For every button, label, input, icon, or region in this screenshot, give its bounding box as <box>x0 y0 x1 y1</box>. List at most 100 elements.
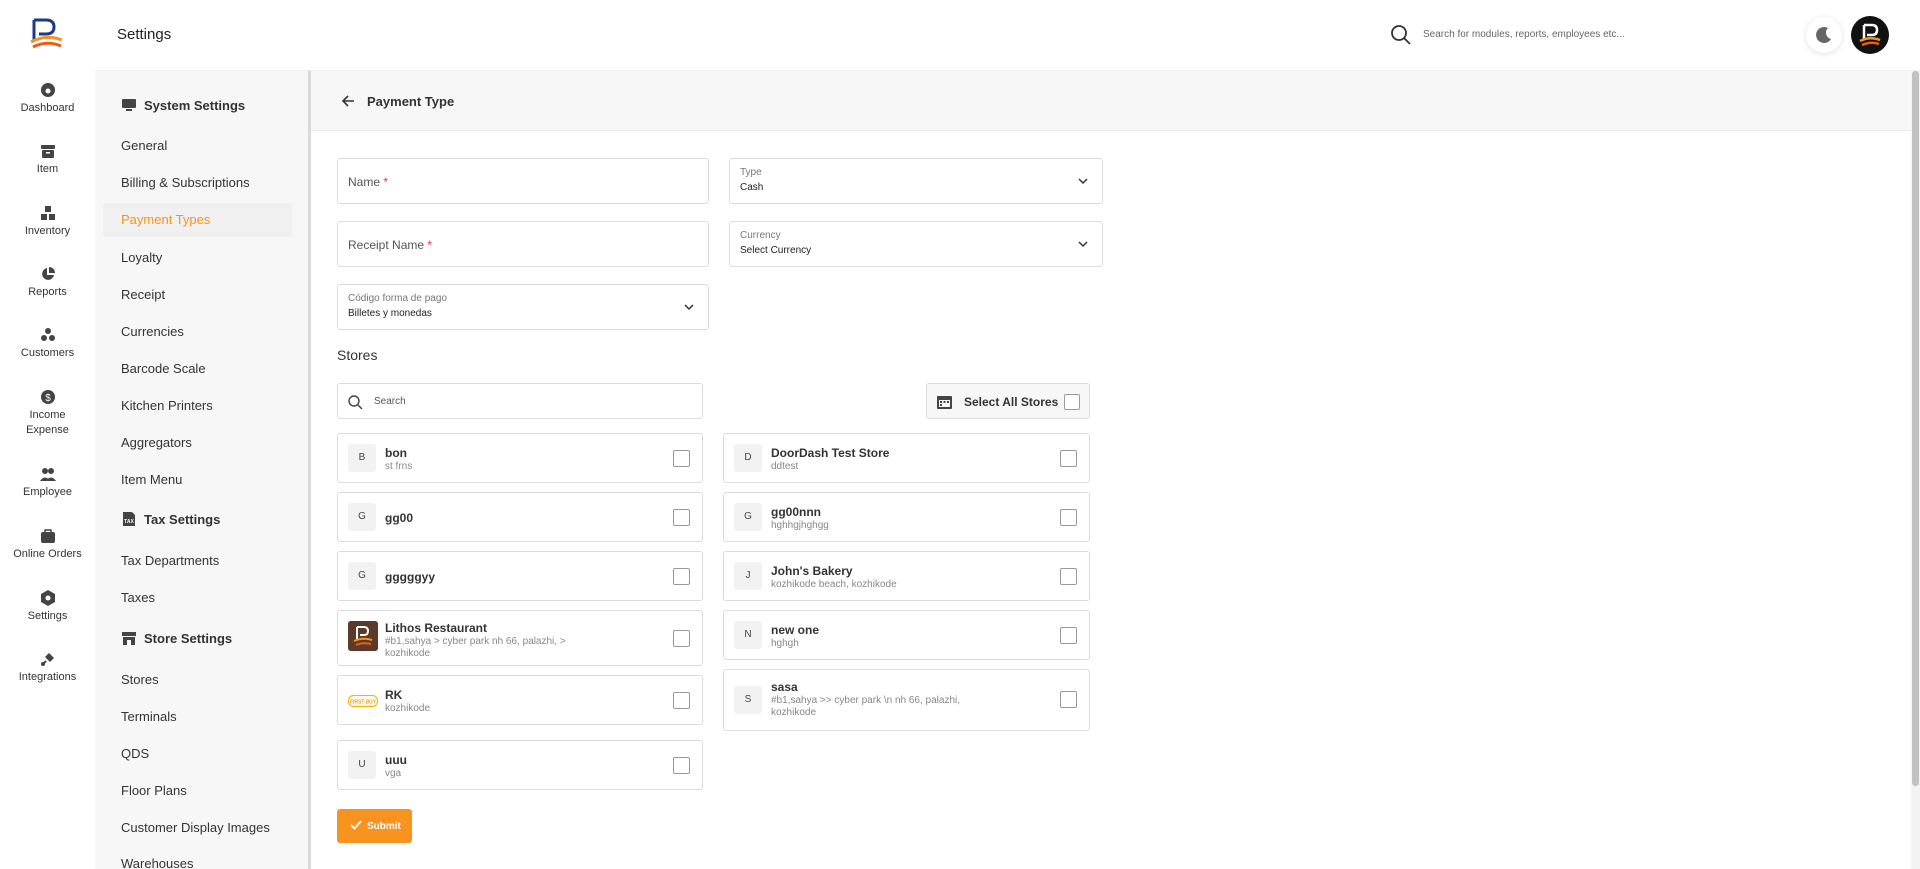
store-card[interactable]: D DoorDash Test Store ddtest <box>723 433 1090 483</box>
submit-button[interactable]: Submit <box>337 809 412 843</box>
settings-icon <box>40 590 55 606</box>
nav-taxes[interactable]: Taxes <box>103 581 292 615</box>
store-card[interactable]: U uuu vga <box>337 740 703 790</box>
store-initial-badge: U <box>348 751 376 779</box>
nav-billing-subscriptions[interactable]: Billing & Subscriptions <box>103 166 292 200</box>
nav-tax-departments[interactable]: Tax Departments <box>103 544 292 578</box>
rail-employee[interactable]: Employee <box>0 466 95 500</box>
nav-customer-display-images[interactable]: Customer Display Images <box>103 811 292 845</box>
rail-integrations[interactable]: Integrations <box>0 651 95 685</box>
rail-label: Income Expense <box>26 409 69 436</box>
scrollbar-thumb[interactable] <box>1912 71 1919 786</box>
nav-loyalty[interactable]: Loyalty <box>103 241 292 275</box>
heading-label: System Settings <box>144 98 246 113</box>
app-logo[interactable] <box>28 16 66 52</box>
store-checkbox[interactable] <box>673 630 690 647</box>
rail-settings[interactable]: Settings <box>0 590 95 624</box>
nav-kitchen-printers[interactable]: Kitchen Printers <box>103 389 292 423</box>
store-checkbox[interactable] <box>673 450 690 467</box>
select-all-stores[interactable]: Select All Stores <box>926 383 1090 419</box>
rail-label: Inventory <box>24 225 71 237</box>
store-checkbox[interactable] <box>1060 568 1077 585</box>
rail-item[interactable]: Item <box>0 143 95 177</box>
store-initial-badge: N <box>734 621 762 649</box>
rail-dashboard[interactable]: Dashboard <box>0 82 95 116</box>
store-checkbox[interactable] <box>1060 450 1077 467</box>
nav-qds[interactable]: QDS <box>103 737 292 771</box>
page-scrollbar[interactable] <box>1911 71 1920 869</box>
store-name: John's Bakery <box>771 564 853 578</box>
store-name: uuu <box>385 753 407 767</box>
page-header: Payment Type <box>311 71 1911 131</box>
store-card[interactable]: FIRST BUY RK kozhikode <box>337 675 703 725</box>
nav-item-menu[interactable]: Item Menu <box>103 463 292 497</box>
store-checkbox[interactable] <box>673 568 690 585</box>
settings-nav: System Settings General Billing & Subscr… <box>95 71 308 869</box>
store-logo-image: FIRST BUY <box>348 695 378 707</box>
store-initial-badge: G <box>348 503 376 531</box>
currency-select[interactable]: Currency Select Currency <box>729 221 1103 267</box>
income-expense-icon: $ <box>40 390 55 404</box>
user-avatar[interactable] <box>1851 16 1889 54</box>
submit-label: Submit <box>367 821 401 832</box>
store-card[interactable]: J John's Bakery kozhikode beach, kozhiko… <box>723 551 1090 601</box>
codigo-forma-pago-select[interactable]: Código forma de pago Billetes y monedas <box>337 284 709 330</box>
rail-customers[interactable]: Customers <box>0 327 95 361</box>
monitor-icon <box>122 99 136 111</box>
rail-label: Settings <box>27 610 68 622</box>
nav-floor-plans[interactable]: Floor Plans <box>103 774 292 808</box>
store-card[interactable]: B bon st frns <box>337 433 703 483</box>
name-field[interactable]: Name * <box>337 158 709 204</box>
nav-warehouses[interactable]: Warehouses <box>103 847 292 869</box>
codigo-value: Billetes y monedas <box>348 308 432 319</box>
store-checkbox[interactable] <box>1060 691 1077 708</box>
store-initial-badge: B <box>348 444 376 472</box>
dark-mode-toggle[interactable] <box>1806 17 1842 53</box>
svg-text:$: $ <box>45 393 51 404</box>
avatar-logo-icon <box>1859 23 1881 47</box>
store-checkbox[interactable] <box>673 509 690 526</box>
nav-general[interactable]: General <box>103 129 292 163</box>
heading-label: Tax Settings <box>144 512 221 527</box>
inventory-icon <box>40 206 55 220</box>
rail-inventory[interactable]: Inventory <box>0 205 95 239</box>
store-card[interactable]: S sasa #b1,sahya >> cyber park \n nh 66,… <box>723 669 1090 731</box>
nav-receipt[interactable]: Receipt <box>103 278 292 312</box>
stores-heading: Stores <box>337 347 378 363</box>
store-card[interactable]: G gg00nnn hghhgjhghgg <box>723 492 1090 542</box>
store-checkbox[interactable] <box>673 692 690 709</box>
required-mark: * <box>383 175 389 189</box>
rail-reports[interactable]: Reports <box>0 266 95 300</box>
nav-currencies[interactable]: Currencies <box>103 315 292 349</box>
chevron-down-icon <box>1078 241 1088 248</box>
name-placeholder-text: Name <box>348 175 381 189</box>
global-search-placeholder: Search for modules, reports, employees e… <box>1423 29 1625 40</box>
store-card[interactable]: N new one hghgh <box>723 610 1090 660</box>
rail-label: Online Orders <box>13 548 82 560</box>
store-card[interactable]: G gg00 <box>337 492 703 542</box>
store-initial-badge: S <box>734 686 762 714</box>
nav-barcode-scale[interactable]: Barcode Scale <box>103 352 292 386</box>
rail-online-orders[interactable]: Online Orders <box>0 528 95 562</box>
back-arrow-icon[interactable] <box>341 94 355 108</box>
store-card[interactable]: G gggggyy <box>337 551 703 601</box>
receipt-name-field[interactable]: Receipt Name * <box>337 221 709 267</box>
nav-aggregators[interactable]: Aggregators <box>103 426 292 460</box>
page-title: Payment Type <box>367 94 455 109</box>
type-select[interactable]: Type Cash <box>729 158 1103 204</box>
global-search[interactable]: Search for modules, reports, employees e… <box>1390 22 1690 48</box>
select-all-checkbox[interactable] <box>1064 394 1080 410</box>
store-search-input[interactable]: Search <box>337 383 703 419</box>
nav-stores[interactable]: Stores <box>103 663 292 697</box>
rail-income-expense[interactable]: $ Income Expense <box>0 389 95 438</box>
store-checkbox[interactable] <box>673 757 690 774</box>
nav-terminals[interactable]: Terminals <box>103 700 292 734</box>
store-name: DoorDash Test Store <box>771 446 890 460</box>
store-card[interactable]: Lithos Restaurant #b1,sahya > cyber park… <box>337 610 703 666</box>
store-checkbox[interactable] <box>1060 509 1077 526</box>
required-mark: * <box>427 238 433 252</box>
store-checkbox[interactable] <box>1060 627 1077 644</box>
nav-payment-types[interactable]: Payment Types <box>103 203 292 237</box>
store-initial-badge: J <box>734 562 762 590</box>
top-bar: Settings Search for modules, reports, em… <box>95 0 1920 71</box>
